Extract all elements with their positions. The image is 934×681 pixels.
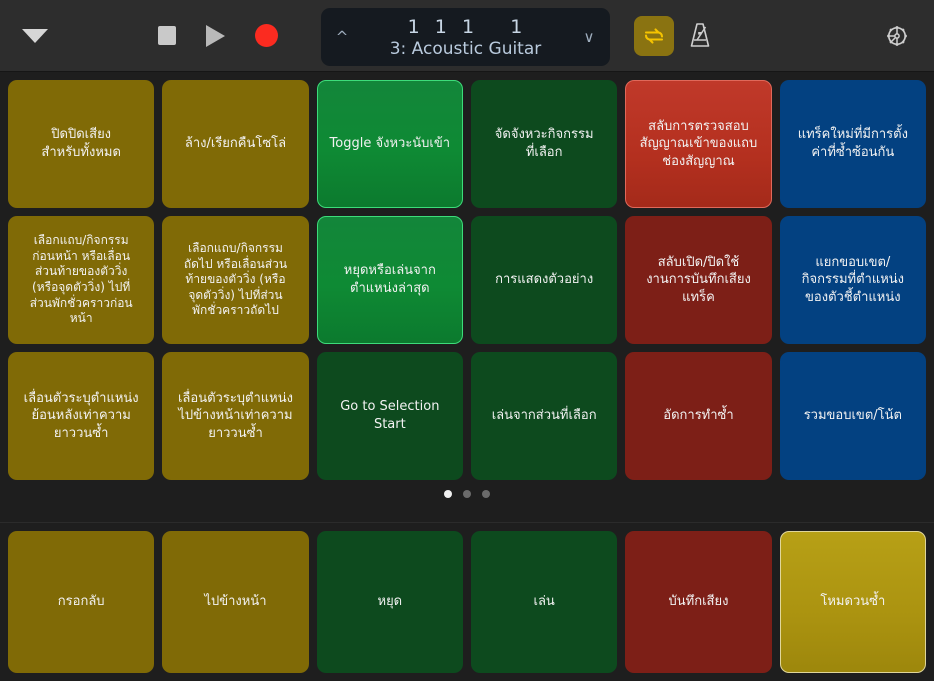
cycle-icon (642, 24, 666, 48)
grid-button-label: สลับการตรวจสอบ สัญญาณเข้าของแถบ ช่องสัญญ… (640, 118, 758, 171)
transport-button-1[interactable]: กรอกลับ (8, 531, 154, 673)
grid-button-9[interactable]: หยุดหรือเล่นจาก ตำแหน่งล่าสุด (317, 216, 463, 344)
record-icon (255, 24, 278, 47)
grid-button-label: เลื่อนตัวระบุตำแหน่ง ย้อนหลังเท่าความ ยา… (24, 390, 139, 443)
play-button[interactable] (206, 25, 225, 47)
transport-button-2[interactable]: ไปข้างหน้า (162, 531, 308, 673)
grid-button-5[interactable]: สลับการตรวจสอบ สัญญาณเข้าของแถบ ช่องสัญญ… (625, 80, 771, 208)
record-button[interactable] (255, 24, 278, 47)
grid-button-label: รวมขอบเขต/โน้ต (804, 407, 902, 425)
stop-icon (158, 26, 176, 45)
grid-button-label: ล้าง/เรียกคืนโซโล่ (185, 135, 286, 153)
metronome-icon (686, 21, 714, 51)
page-indicator (8, 480, 926, 508)
transport-controls (158, 24, 278, 47)
grid-button-label: หยุดหรือเล่นจาก ตำแหน่งล่าสุด (344, 262, 436, 297)
grid-button-10[interactable]: การแสดงตัวอย่าง (471, 216, 617, 344)
metronome-button[interactable] (683, 18, 717, 54)
grid-button-2[interactable]: ล้าง/เรียกคืนโซโล่ (162, 80, 308, 208)
transport-button-label: บันทึกเสียง (669, 593, 729, 611)
grid-button-11[interactable]: สลับเปิด/ปิดใช้ งานการบันทึกเสียง แทร็ค (625, 216, 771, 344)
transport-button-6[interactable]: โหมดวนซ้ำ (780, 531, 926, 673)
transport-button-label: กรอกลับ (58, 593, 105, 611)
grid-button-8[interactable]: เลือกแถบ/กิจกรรม ถัดไป หรือเลื่อนส่วน ท้… (162, 216, 308, 344)
cycle-button[interactable] (634, 16, 674, 56)
grid-button-7[interactable]: เลือกแถบ/กิจกรรม ก่อนหน้า หรือเลื่อน ส่ว… (8, 216, 154, 344)
grid-button-6[interactable]: แทร็คใหม่ที่มีการตั้ง ค่าที่ซ้ำซ้อนกัน (780, 80, 926, 208)
grid-button-label: แทร็คใหม่ที่มีการตั้ง ค่าที่ซ้ำซ้อนกัน (798, 126, 908, 161)
bottom-transport-area: กรอกลับ ไปข้างหน้า หยุด เล่น บันทึกเสียง โหมด… (0, 522, 934, 681)
grid-button-14[interactable]: เลื่อนตัวระบุตำแหน่ง ไปข้างหน้าเท่าความ … (162, 352, 308, 480)
transport-button-label: โหมดวนซ้ำ (820, 593, 885, 611)
page-dot-2[interactable] (463, 490, 471, 498)
play-icon (206, 25, 225, 47)
grid-button-label: เลื่อนตัวระบุตำแหน่ง ไปข้างหน้าเท่าความ … (178, 390, 293, 443)
grid-button-label: Go to Selection Start (340, 398, 439, 433)
menu-button[interactable] (0, 29, 48, 43)
stop-button[interactable] (158, 26, 176, 45)
lcd-position-value: 1 1 1 1 (353, 16, 578, 38)
button-grid: ปิดปิดเสียง สำหรับทั้งหมด ล้าง/เรียกคืนโซ… (8, 80, 926, 480)
gear-icon (883, 22, 911, 50)
chevron-down-icon (22, 29, 48, 43)
transport-button-label: ไปข้างหน้า (204, 593, 266, 611)
control-surface-area: ปิดปิดเสียง สำหรับทั้งหมด ล้าง/เรียกคืนโซ… (0, 72, 934, 522)
lcd-down-chevron-icon[interactable]: ∨ (578, 28, 600, 46)
transport-button-5[interactable]: บันทึกเสียง (625, 531, 771, 673)
grid-button-12[interactable]: แยกขอบเขต/ กิจกรรมที่ตำแหน่ง ของตัวชี้ตำ… (780, 216, 926, 344)
grid-button-label: Toggle จังหวะนับเข้า (330, 135, 451, 153)
lcd-up-chevron-icon[interactable]: ^ (331, 28, 353, 46)
grid-button-17[interactable]: อัดการทำซ้ำ (625, 352, 771, 480)
grid-button-label: สลับเปิด/ปิดใช้ งานการบันทึกเสียง แทร็ค (646, 254, 751, 307)
grid-button-label: เล่นจากส่วนที่เลือก (492, 407, 597, 425)
lcd-track-name: 3: Acoustic Guitar (353, 39, 578, 59)
bottom-button-row: กรอกลับ ไปข้างหน้า หยุด เล่น บันทึกเสียง โหมด… (8, 531, 926, 673)
grid-button-label: เลือกแถบ/กิจกรรม ก่อนหน้า หรือเลื่อน ส่ว… (30, 233, 133, 327)
transport-button-3[interactable]: หยุด (317, 531, 463, 673)
grid-button-18[interactable]: รวมขอบเขต/โน้ต (780, 352, 926, 480)
grid-button-1[interactable]: ปิดปิดเสียง สำหรับทั้งหมด (8, 80, 154, 208)
settings-button[interactable] (880, 19, 914, 53)
grid-button-4[interactable]: จัดจังหวะกิจกรรม ที่เลือก (471, 80, 617, 208)
transport-button-4[interactable]: เล่น (471, 531, 617, 673)
lcd-content: 1 1 1 1 3: Acoustic Guitar (353, 16, 578, 59)
grid-button-label: อัดการทำซ้ำ (663, 407, 733, 425)
lcd-display[interactable]: ^ 1 1 1 1 3: Acoustic Guitar ∨ (321, 8, 610, 66)
grid-button-3[interactable]: Toggle จังหวะนับเข้า (317, 80, 463, 208)
grid-button-13[interactable]: เลื่อนตัวระบุตำแหน่ง ย้อนหลังเท่าความ ยา… (8, 352, 154, 480)
transport-button-label: เล่น (534, 593, 555, 611)
grid-button-15[interactable]: Go to Selection Start (317, 352, 463, 480)
transport-button-label: หยุด (378, 593, 403, 611)
grid-button-label: เลือกแถบ/กิจกรรม ถัดไป หรือเลื่อนส่วน ท้… (184, 241, 287, 319)
grid-button-label: ปิดปิดเสียง สำหรับทั้งหมด (41, 126, 121, 161)
grid-button-label: จัดจังหวะกิจกรรม ที่เลือก (495, 126, 594, 161)
page-dot-1[interactable] (444, 490, 452, 498)
grid-button-label: แยกขอบเขต/ กิจกรรมที่ตำแหน่ง ของตัวชี้ตำ… (802, 254, 904, 307)
transport-toolbar: ^ 1 1 1 1 3: Acoustic Guitar ∨ (0, 0, 934, 72)
grid-button-label: การแสดงตัวอย่าง (495, 271, 593, 289)
page-dot-3[interactable] (482, 490, 490, 498)
grid-button-16[interactable]: เล่นจากส่วนที่เลือก (471, 352, 617, 480)
